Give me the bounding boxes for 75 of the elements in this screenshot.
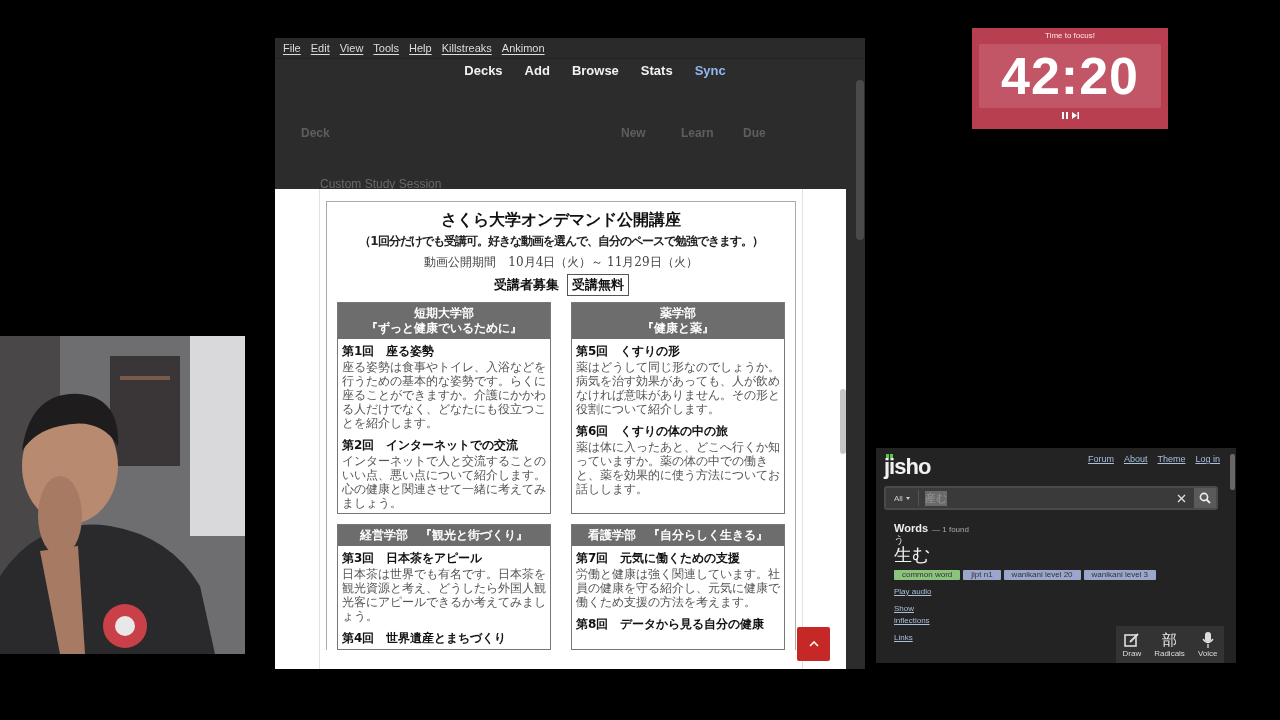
chevron-up-icon [808, 641, 819, 647]
flyer-title: さくら大学オンデマンド公開講座 [441, 210, 681, 231]
flyer-heading: 受講者募集 [493, 276, 559, 294]
lesson-title: 第5回 くすりの形 [576, 344, 682, 359]
nav-link[interactable]: Log in [1195, 454, 1220, 480]
lesson-description: 薬は体に入ったあと、どこへ行くか知っていますか。薬の体の中での働きと、薬を効果的に使う方法についてお話しします。 [576, 440, 780, 496]
tool-button[interactable]: 部 Radicals [1154, 631, 1185, 658]
nav-link[interactable]: About [1123, 454, 1148, 480]
lesson-description: 薬はどうして同じ形なのでしょうか。病気を治す効果があっても、人が飲めなければ意味がありません。その形と役割について紹介します。 [576, 360, 780, 416]
word-tag: wanikani level 20 [1003, 570, 1081, 580]
lesson-title: 第7回 元気に働くための支援 [576, 551, 742, 566]
course-title: 短期大学部 [414, 306, 474, 321]
skip-icon [1071, 112, 1079, 119]
entry-link[interactable]: Play audio [894, 586, 934, 598]
course-title: 看護学部 『自分らしく生きる』 [588, 528, 768, 543]
entry-link[interactable]: Show inflections [894, 603, 934, 627]
menu-item[interactable]: View [339, 42, 364, 54]
lesson-title: 第1回 座る姿勢 [342, 344, 436, 359]
lesson-description: インターネットで人と交流することのいい点、悪い点について紹介します。心の健康と関連させて一緒に考えてみましょう。 [342, 454, 546, 510]
lesson-title: 第3回 日本茶をアピール [342, 551, 484, 566]
timer-label: Time to focus! [1045, 31, 1095, 40]
lesson-title: 第2回 インターネットでの交流 [342, 438, 520, 453]
pencil-icon [1123, 631, 1140, 648]
filter-dropdown[interactable]: All [886, 490, 919, 506]
word-entry: 生む [894, 545, 930, 565]
scrollbar[interactable] [1230, 454, 1235, 490]
menu-item[interactable]: Edit [310, 42, 330, 54]
menu-item[interactable]: File [283, 42, 301, 54]
toolbar-link[interactable]: Decks [464, 63, 503, 83]
close-icon [1177, 494, 1186, 503]
lesson-title: 第6回 くすりの体の中の旅 [576, 424, 730, 439]
lesson-title: 第4回 世界遺産とまちづくり [342, 631, 508, 646]
furigana: う [894, 535, 904, 545]
course-title: 『ずっと健康でいるために』 [366, 321, 522, 336]
word-tag: common word [894, 570, 961, 580]
word-tag: wanikani level 3 [1083, 570, 1157, 580]
lesson-description: 座る姿勢は食事やトイレ、入浴などを行うための基本的な姿勢です。らくに座ることができますか。介護にかかわる人だけでなく、どなたにも役立つことを紹介します。 [342, 360, 546, 430]
pause-button[interactable] [1061, 112, 1068, 119]
scrollbar[interactable] [840, 389, 846, 454]
skip-button[interactable] [1071, 112, 1079, 119]
menu-item[interactable]: Ankimon [501, 42, 545, 54]
pause-icon [1061, 112, 1068, 119]
tool-button[interactable]: Voice [1197, 631, 1218, 658]
menu-item[interactable]: Help [409, 42, 432, 54]
entry-link[interactable]: Links [894, 632, 934, 644]
microphone-icon [1201, 631, 1214, 648]
search-icon [1199, 492, 1211, 504]
toolbar-link[interactable]: Browse [571, 63, 619, 83]
nav-link[interactable]: Forum [1087, 454, 1114, 480]
course-title: 薬学部 [660, 306, 696, 321]
nav-link[interactable]: Theme [1157, 454, 1186, 480]
logo-dots-icon [886, 454, 894, 458]
toolbar-link[interactable]: Stats [640, 63, 673, 83]
flyer-period: 動画公開期間 10月4日（火）～ 11月29日（火） [424, 254, 698, 271]
caret-icon [905, 496, 910, 500]
search-button[interactable] [1194, 488, 1216, 508]
flyer-subtitle: （1回分だけでも受講可。好きな動画を選んで、自分のペースで勉強できます。） [359, 233, 763, 250]
lesson-description: 労働と健康は強く関連しています。社員の健康を守る紹介し、元気に健康で働くため支援の方法を考えます。 [576, 567, 780, 609]
course-title: 『健康と薬』 [642, 321, 714, 336]
menu-item[interactable]: Killstreaks [441, 42, 492, 54]
tool-button[interactable]: Draw [1122, 631, 1142, 658]
lesson-title: 第8回 データから見る自分の健康 [576, 617, 766, 632]
toolbar-link[interactable]: Sync [694, 63, 726, 83]
timer-time: 42:20 [1001, 46, 1139, 106]
course-title: 経営学部 『観光と街づくり』 [360, 528, 528, 543]
lesson-description: 日本茶は世界でも有名です。日本茶を観光資源と考え、どうしたら外国人観光客にアピールできるか考えてみましょう。 [342, 567, 546, 623]
word-tag: jlpt n1 [963, 570, 1001, 580]
free-badge: 受講無料 [566, 274, 629, 296]
scrollbar[interactable] [856, 80, 864, 240]
toolbar-link[interactable]: Add [524, 63, 550, 83]
logo: jisho [884, 453, 931, 480]
result-count: — 1 found [932, 525, 969, 534]
section-heading: Words [894, 522, 929, 534]
scroll-top-button[interactable] [797, 627, 830, 661]
menu-item[interactable]: Tools [373, 42, 400, 54]
